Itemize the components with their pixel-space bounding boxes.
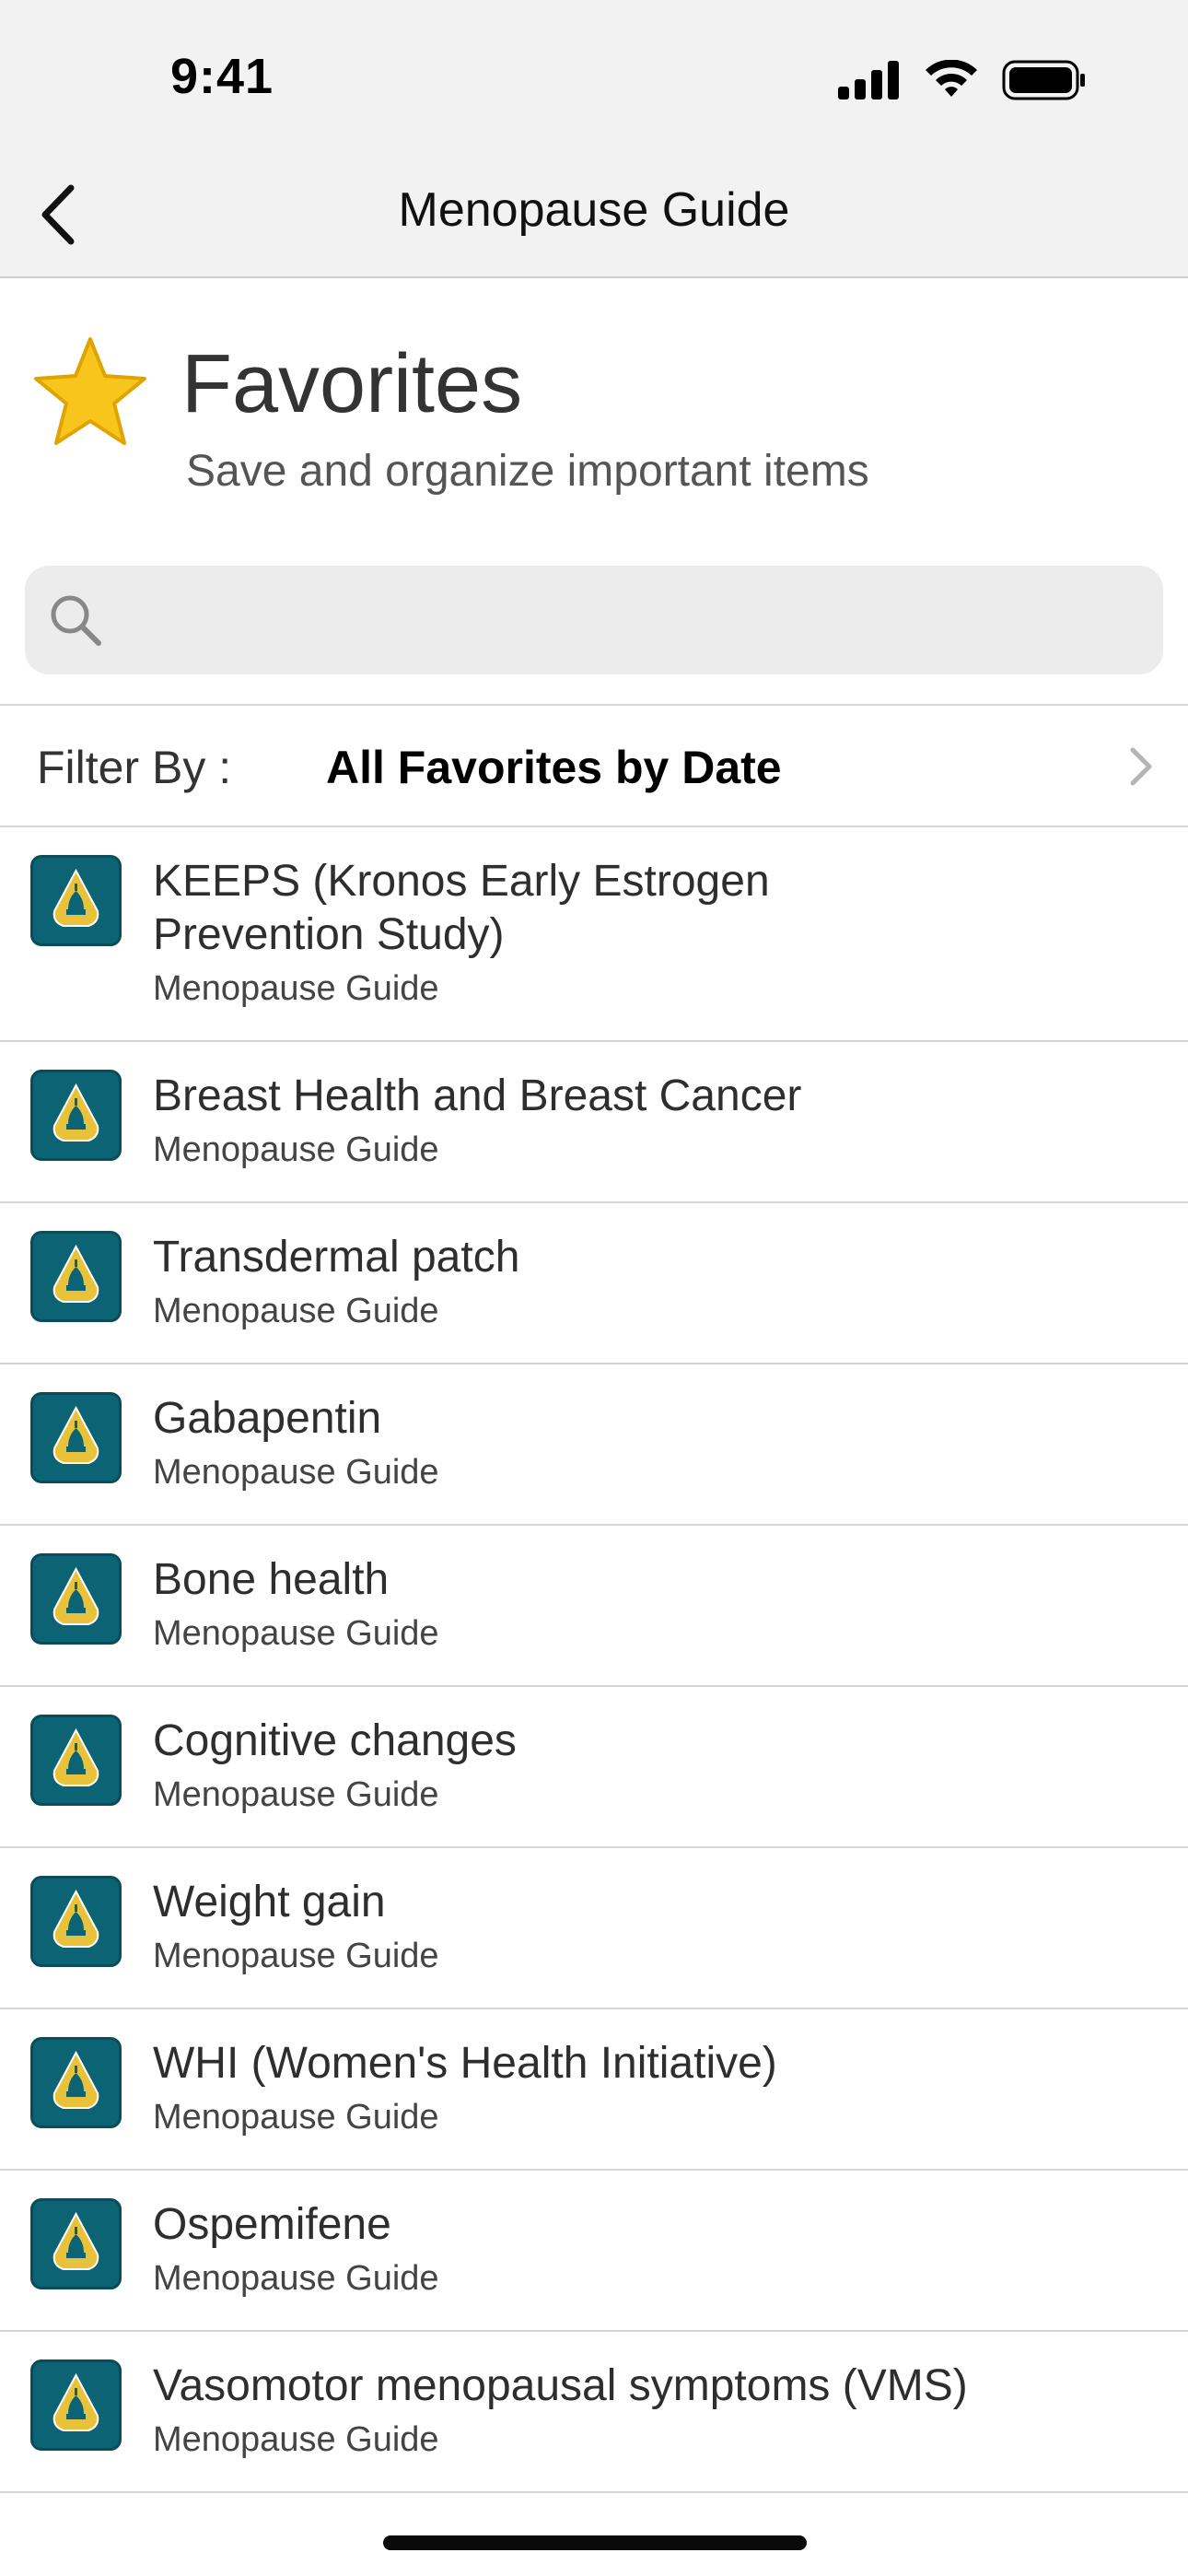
status-bar: 9:41 [0, 0, 1188, 157]
list-item[interactable]: Transdermal patch Menopause Guide [0, 1203, 1188, 1364]
search-icon [51, 595, 101, 646]
list-item[interactable]: Bone health Menopause Guide [0, 1526, 1188, 1687]
menopause-guide-app-icon [30, 2037, 122, 2128]
list-item[interactable]: Weight gain Menopause Guide [0, 1848, 1188, 2009]
wifi-icon [926, 60, 977, 97]
menopause-guide-app-icon [30, 1553, 122, 1645]
menopause-guide-app-icon [30, 2359, 122, 2451]
dome-emblem-icon [52, 868, 99, 927]
item-title: Ospemifene [153, 2200, 391, 2249]
filter-row[interactable]: Filter By : All Favorites by Date [0, 704, 1188, 827]
star-icon [34, 337, 146, 445]
item-title: Vasomotor menopausal symptoms (VMS) [153, 2361, 968, 2410]
list-item[interactable]: Ospemifene Menopause Guide [0, 2171, 1188, 2332]
dome-emblem-icon [52, 1405, 99, 1464]
item-source: Menopause Guide [153, 2259, 439, 2298]
chevron-right-icon [1130, 747, 1152, 786]
battery-icon [1002, 60, 1085, 100]
item-source: Menopause Guide [153, 1775, 439, 1814]
dome-emblem-icon [52, 2050, 99, 2109]
page-subtitle: Save and organize important items [186, 447, 869, 496]
item-source: Menopause Guide [153, 1292, 439, 1330]
item-title: Breast Health and Breast Cancer [153, 1071, 802, 1120]
menopause-guide-app-icon [30, 1876, 122, 1967]
dome-emblem-icon [52, 1889, 99, 1948]
list-item[interactable]: Breast Health and Breast Cancer Menopaus… [0, 1042, 1188, 1203]
filter-value: All Favorites by Date [326, 742, 782, 793]
dome-emblem-icon [52, 1566, 99, 1625]
dome-emblem-icon [52, 1244, 99, 1303]
item-source: Menopause Guide [153, 2098, 439, 2137]
top-bar: 9:41 Menopause Guide [0, 0, 1188, 278]
status-time: 9:41 [170, 49, 274, 104]
nav-bar: Menopause Guide [0, 157, 1188, 276]
list-item[interactable]: Gabapentin Menopause Guide [0, 1364, 1188, 1526]
item-title: WHI (Women's Health Initiative) [153, 2039, 777, 2088]
item-title: KEEPS (Kronos Early Estrogen [153, 857, 770, 906]
list-item[interactable]: Cognitive changes Menopause Guide [0, 1687, 1188, 1848]
item-title: Prevention Study) [153, 910, 505, 959]
cellular-signal-icon [838, 61, 899, 100]
favorites-list: KEEPS (Kronos Early Estrogen Prevention … [0, 827, 1188, 2493]
menopause-guide-app-icon [30, 1231, 122, 1322]
nav-title: Menopause Guide [398, 183, 790, 237]
status-icons [838, 57, 1087, 103]
item-title: Bone health [153, 1555, 390, 1604]
item-source: Menopause Guide [153, 1453, 439, 1492]
item-source: Menopause Guide [153, 1937, 439, 1975]
search-input[interactable] [117, 566, 1143, 676]
item-title: Weight gain [153, 1878, 386, 1926]
list-item[interactable]: Vasomotor menopausal symptoms (VMS) Meno… [0, 2332, 1188, 2493]
menopause-guide-app-icon [30, 1070, 122, 1161]
search-bar[interactable] [25, 566, 1163, 676]
item-title: Transdermal patch [153, 1233, 520, 1282]
page-title: Favorites [181, 338, 523, 430]
item-source: Menopause Guide [153, 1614, 439, 1653]
item-source: Menopause Guide [153, 2420, 439, 2459]
item-title: Gabapentin [153, 1394, 382, 1443]
dome-emblem-icon [52, 1083, 99, 1142]
item-title: Cognitive changes [153, 1716, 517, 1765]
menopause-guide-app-icon [30, 2198, 122, 2289]
list-item[interactable]: KEEPS (Kronos Early Estrogen Prevention … [0, 827, 1188, 1042]
item-source: Menopause Guide [153, 1130, 439, 1169]
item-source: Menopause Guide [153, 969, 439, 1008]
dome-emblem-icon [52, 2211, 99, 2270]
menopause-guide-app-icon [30, 1715, 122, 1806]
favorites-header: Favorites Save and organize important it… [0, 278, 1188, 555]
home-indicator[interactable] [383, 2535, 807, 2550]
list-item[interactable]: WHI (Women's Health Initiative) Menopaus… [0, 2009, 1188, 2171]
filter-label: Filter By : [37, 742, 232, 793]
dome-emblem-icon [52, 2372, 99, 2431]
menopause-guide-app-icon [30, 855, 122, 946]
menopause-guide-app-icon [30, 1392, 122, 1483]
dome-emblem-icon [52, 1727, 99, 1786]
